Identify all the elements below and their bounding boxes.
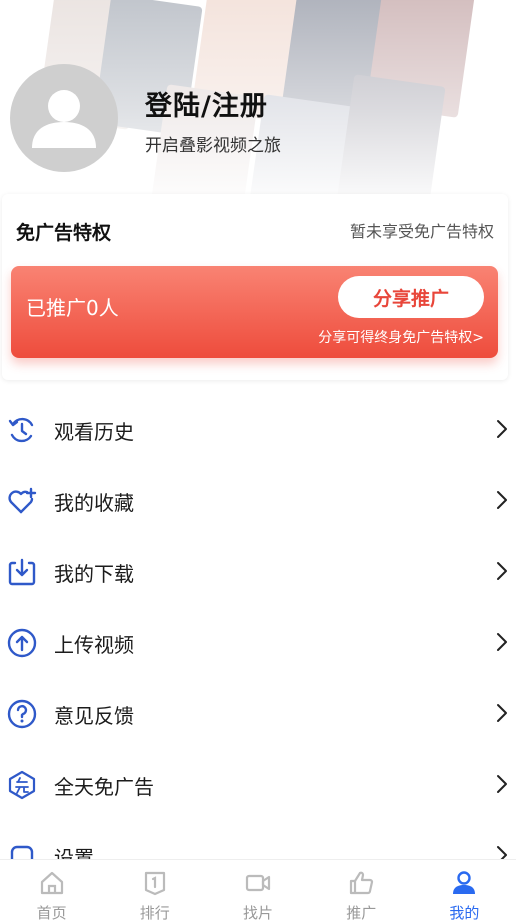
settings-icon xyxy=(10,845,34,860)
menu-item-favorites[interactable]: 我的收藏 xyxy=(0,465,516,536)
bottom-nav: 首页 排行 找片 推广 我的 xyxy=(0,859,516,922)
menu-item-watch-history[interactable]: 观看历史 xyxy=(0,394,516,465)
upload-icon xyxy=(7,628,37,658)
download-icon xyxy=(8,558,36,586)
profile-banner: 登陆/注册 开启叠影视频之旅 xyxy=(0,0,516,200)
ranking-icon xyxy=(144,871,165,896)
ad-free-card: 免广告特权 暂未享受免广告特权 已推广0人 分享推广 分享可得终身免广告特权> xyxy=(2,194,508,380)
chevron-right-icon xyxy=(497,846,507,860)
chevron-right-icon xyxy=(497,775,507,793)
profile-menu: 观看历史 我的收藏 我的下载 上传视频 意见反馈 全天免广告 设置 xyxy=(0,394,516,860)
home-icon xyxy=(40,871,63,895)
login-register-link[interactable]: 登陆/注册 xyxy=(145,84,268,123)
chevron-right-icon xyxy=(497,704,507,722)
tab-label: 找片 xyxy=(243,904,274,922)
chevron-right-icon xyxy=(497,633,507,651)
menu-item-feedback[interactable]: 意见反馈 xyxy=(0,678,516,749)
profile-subtitle: 开启叠影视频之旅 xyxy=(145,136,281,156)
share-promote-button[interactable]: 分享推广 xyxy=(338,276,484,318)
thumbs-up-icon xyxy=(350,871,374,895)
tab-mine[interactable]: 我的 xyxy=(413,860,516,922)
tab-label: 我的 xyxy=(449,904,480,922)
video-camera-icon xyxy=(245,874,271,892)
menu-item-label: 观看历史 xyxy=(54,420,134,444)
history-icon xyxy=(8,417,34,443)
promotion-note-link[interactable]: 分享可得终身免广告特权> xyxy=(318,327,484,347)
menu-item-label: 上传视频 xyxy=(54,633,134,657)
tab-label: 首页 xyxy=(36,904,67,922)
menu-item-ad-free[interactable]: 全天免广告 xyxy=(0,749,516,820)
tab-promote[interactable]: 推广 xyxy=(310,860,413,922)
default-avatar-icon xyxy=(32,90,96,148)
tab-ranking[interactable]: 排行 xyxy=(103,860,206,922)
menu-item-label: 我的下载 xyxy=(54,562,134,586)
menu-item-settings[interactable]: 设置 xyxy=(0,820,516,860)
ad-free-icon xyxy=(8,770,36,800)
tab-home[interactable]: 首页 xyxy=(0,860,103,922)
promotion-banner[interactable]: 已推广0人 分享推广 分享可得终身免广告特权> xyxy=(11,266,498,358)
chevron-right-icon xyxy=(497,420,507,438)
menu-item-label: 意见反馈 xyxy=(54,704,134,728)
menu-item-label: 全天免广告 xyxy=(54,775,154,799)
tab-find-video[interactable]: 找片 xyxy=(206,860,309,922)
user-icon xyxy=(453,871,476,894)
tab-label: 排行 xyxy=(139,904,170,922)
question-icon xyxy=(7,699,37,729)
menu-item-upload-video[interactable]: 上传视频 xyxy=(0,607,516,678)
promotion-count: 已推广0人 xyxy=(26,296,119,320)
menu-item-label: 我的收藏 xyxy=(54,491,134,515)
heart-plus-icon xyxy=(8,487,37,514)
avatar[interactable] xyxy=(10,64,118,172)
chevron-right-icon xyxy=(497,562,507,580)
ad-free-title: 免广告特权 xyxy=(16,222,112,244)
ad-free-status: 暂未享受免广告特权 xyxy=(349,222,494,241)
menu-item-label: 设置 xyxy=(54,846,94,860)
menu-item-downloads[interactable]: 我的下载 xyxy=(0,536,516,607)
tab-label: 推广 xyxy=(346,904,377,922)
chevron-right-icon xyxy=(497,491,507,509)
